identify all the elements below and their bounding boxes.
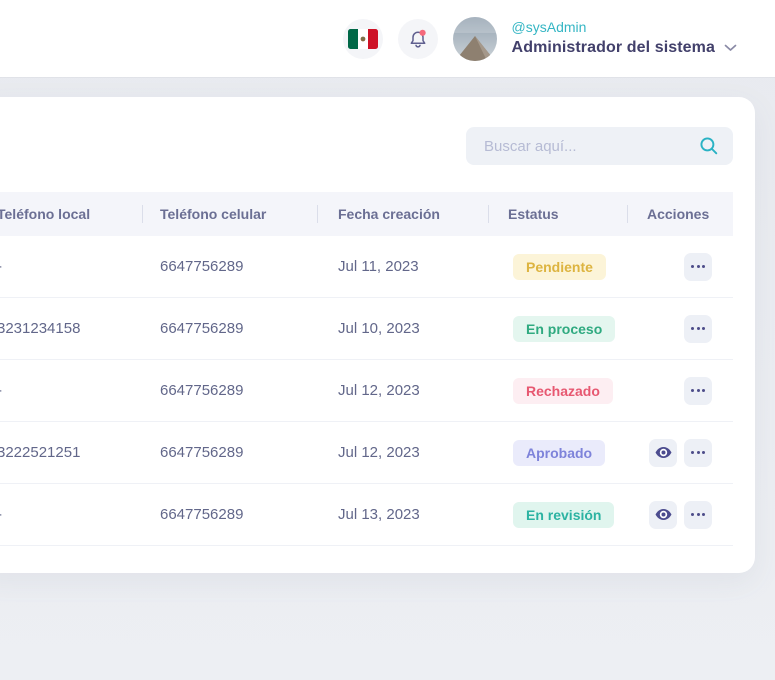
cell-telefono-local: - xyxy=(0,258,142,275)
content-card: Teléfono localTeléfono celularFecha crea… xyxy=(0,97,755,573)
ellipsis-icon xyxy=(691,265,705,268)
cell-fecha-creacion: Jul 13, 2023 xyxy=(317,506,488,523)
status-badge: Pendiente xyxy=(513,254,606,280)
cell-estatus: Rechazado xyxy=(488,378,627,404)
cell-acciones xyxy=(627,253,733,281)
avatar-photo xyxy=(453,17,497,61)
user-menu[interactable]: @sysAdmin Administrador del sistema xyxy=(512,20,737,56)
notification-dot xyxy=(419,29,425,35)
status-badge: Aprobado xyxy=(513,440,605,466)
cell-fecha-creacion: Jul 11, 2023 xyxy=(317,258,488,275)
column-header-fecha_creacion: Fecha creación xyxy=(317,206,488,222)
avatar[interactable] xyxy=(453,17,497,61)
ellipsis-icon xyxy=(691,389,705,392)
table-row: - 6647756289 Jul 11, 2023 Pendiente xyxy=(0,236,733,298)
cell-fecha-creacion: Jul 12, 2023 xyxy=(317,382,488,399)
column-header-acciones: Acciones xyxy=(627,206,733,222)
cell-acciones xyxy=(627,377,733,405)
topbar-actions: @sysAdmin Administrador del sistema xyxy=(343,17,737,61)
cell-estatus: En proceso xyxy=(488,316,627,342)
cell-telefono-celular: 6647756289 xyxy=(142,506,317,523)
ellipsis-icon xyxy=(691,451,705,454)
table-row: - 6647756289 Jul 13, 2023 En revisión xyxy=(0,484,733,546)
user-role: Administrador del sistema xyxy=(512,39,715,57)
search-bar xyxy=(466,127,733,165)
column-header-telefono_local: Teléfono local xyxy=(0,206,142,222)
status-badge: En revisión xyxy=(513,502,614,528)
ellipsis-icon xyxy=(691,513,705,516)
cell-telefono-celular: 6647756289 xyxy=(142,320,317,337)
table-body: - 6647756289 Jul 11, 2023 Pendiente 3231… xyxy=(0,236,733,546)
notifications-button[interactable] xyxy=(398,19,438,59)
search-icon[interactable] xyxy=(699,136,719,156)
eye-icon xyxy=(654,505,673,524)
cell-fecha-creacion: Jul 12, 2023 xyxy=(317,444,488,461)
row-menu-button[interactable] xyxy=(684,439,712,467)
cell-telefono-celular: 6647756289 xyxy=(142,444,317,461)
row-menu-button[interactable] xyxy=(684,253,712,281)
table-row: 3231234158 6647756289 Jul 10, 2023 En pr… xyxy=(0,298,733,360)
language-flag-button[interactable] xyxy=(343,19,383,59)
row-menu-button[interactable] xyxy=(684,377,712,405)
status-badge: Rechazado xyxy=(513,378,613,404)
row-menu-button[interactable] xyxy=(684,315,712,343)
username: @sysAdmin xyxy=(512,20,737,35)
eye-icon xyxy=(654,443,673,462)
search-input[interactable] xyxy=(466,138,699,155)
table-header: Teléfono localTeléfono celularFecha crea… xyxy=(0,192,733,236)
table-row: - 6647756289 Jul 12, 2023 Rechazado xyxy=(0,360,733,422)
cell-telefono-local: - xyxy=(0,506,142,523)
view-button[interactable] xyxy=(649,501,677,529)
status-badge: En proceso xyxy=(513,316,615,342)
cell-telefono-local: - xyxy=(0,382,142,399)
column-header-telefono_celular: Teléfono celular xyxy=(142,206,317,222)
cell-acciones xyxy=(627,439,733,467)
cell-telefono-celular: 6647756289 xyxy=(142,382,317,399)
bell-icon xyxy=(406,27,430,51)
ellipsis-icon xyxy=(691,327,705,330)
cell-estatus: Aprobado xyxy=(488,440,627,466)
cell-acciones xyxy=(627,315,733,343)
cell-telefono-celular: 6647756289 xyxy=(142,258,317,275)
column-header-estatus: Estatus xyxy=(488,206,627,222)
mexico-flag-icon xyxy=(348,29,378,49)
cell-acciones xyxy=(627,501,733,529)
row-menu-button[interactable] xyxy=(684,501,712,529)
cell-fecha-creacion: Jul 10, 2023 xyxy=(317,320,488,337)
chevron-down-icon[interactable] xyxy=(724,44,737,52)
cell-telefono-local: 3231234158 xyxy=(0,320,142,337)
view-button[interactable] xyxy=(649,439,677,467)
table-row: 3222521251 6647756289 Jul 12, 2023 Aprob… xyxy=(0,422,733,484)
cell-estatus: En revisión xyxy=(488,502,627,528)
cell-telefono-local: 3222521251 xyxy=(0,444,142,461)
cell-estatus: Pendiente xyxy=(488,254,627,280)
topbar: @sysAdmin Administrador del sistema xyxy=(0,0,775,77)
